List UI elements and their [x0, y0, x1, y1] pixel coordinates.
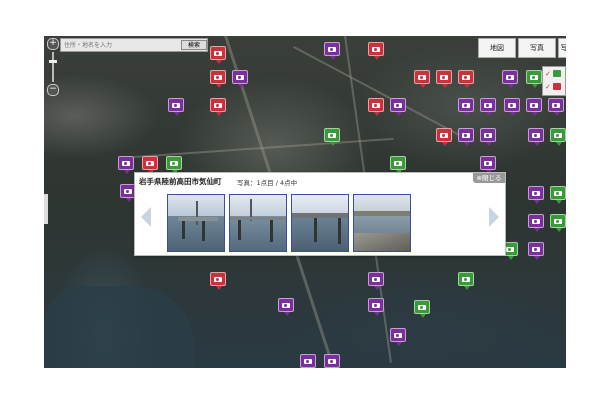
photo-thumbnail-1[interactable]: [167, 194, 225, 252]
photo-popup: 岩手県陸前高田市気仙町 写真：1点目 / 4点中 ⊗閉じる: [134, 172, 506, 256]
photo-marker[interactable]: [458, 98, 474, 116]
photo-marker[interactable]: [550, 214, 566, 232]
photo-marker[interactable]: [390, 156, 406, 174]
green-marker-icon: [552, 70, 561, 77]
previous-arrow-icon[interactable]: [141, 207, 151, 227]
map-water: [44, 286, 194, 368]
photo-marker[interactable]: [548, 98, 564, 116]
popup-photo-count: 写真：1点目 / 4点中: [237, 179, 298, 187]
photo-marker[interactable]: [526, 70, 542, 88]
photo-marker[interactable]: [210, 272, 226, 290]
photo-marker[interactable]: [480, 98, 496, 116]
photo-marker[interactable]: [528, 242, 544, 260]
photo-marker[interactable]: [550, 128, 566, 146]
photo-marker[interactable]: [324, 128, 340, 146]
photo-marker[interactable]: [390, 98, 406, 116]
photo-marker[interactable]: [390, 328, 406, 346]
zoom-in-button[interactable]: +: [47, 38, 59, 50]
photo-thumbnail-4[interactable]: [353, 194, 411, 252]
thumbnail-structure: [182, 221, 185, 239]
thumbnail-structure: [238, 220, 241, 240]
photo-marker[interactable]: [414, 70, 430, 88]
photo-marker[interactable]: [436, 70, 452, 88]
photo-marker[interactable]: [528, 128, 544, 146]
next-arrow-icon[interactable]: [489, 207, 499, 227]
photo-marker[interactable]: [368, 272, 384, 290]
red-marker-icon: [552, 83, 561, 90]
photo-marker[interactable]: [504, 98, 520, 116]
photo-marker[interactable]: [368, 98, 384, 116]
photo-marker[interactable]: [210, 46, 226, 64]
popup-close-button[interactable]: ⊗閉じる: [473, 173, 505, 183]
photo-marker[interactable]: [480, 128, 496, 146]
zoom-slider-handle[interactable]: [49, 60, 57, 63]
thumbnail-sky: [230, 195, 286, 217]
popup-location-title: 岩手県陸前高田市気仙町: [139, 177, 222, 186]
photo-marker[interactable]: [502, 70, 518, 88]
photo-thumbnail-2[interactable]: [229, 194, 287, 252]
thumbnail-structure: [196, 201, 198, 225]
search-input[interactable]: [61, 40, 175, 50]
photo-marker[interactable]: [168, 98, 184, 116]
photo-marker[interactable]: [550, 186, 566, 204]
photo-marker[interactable]: [458, 272, 474, 290]
layer-toggle-panel: ✓ ✓: [542, 66, 566, 96]
thumbnail-structure: [202, 221, 205, 241]
check-icon: ✓: [545, 69, 551, 78]
search-button[interactable]: 検索: [181, 40, 207, 50]
thumbnail-structure: [270, 220, 273, 242]
photo-marker[interactable]: [210, 70, 226, 88]
zoom-out-button[interactable]: −: [47, 84, 59, 96]
thumbnail-shore: [354, 233, 410, 251]
photo-marker[interactable]: [368, 298, 384, 316]
thumbnail-shore: [354, 211, 410, 216]
photo-marker[interactable]: [480, 156, 496, 174]
photo-marker[interactable]: [142, 156, 158, 174]
photo-marker[interactable]: [210, 98, 226, 116]
thumbnail-structure: [338, 218, 341, 244]
photo-marker[interactable]: [436, 128, 452, 146]
zoom-control: + −: [47, 38, 59, 96]
thumbnail-structure: [314, 218, 317, 242]
zoom-slider-track[interactable]: [49, 52, 57, 82]
search-bar: 検索: [60, 38, 208, 52]
side-panel-handle[interactable]: [44, 194, 48, 224]
map-type-button[interactable]: 地図: [478, 38, 516, 58]
satellite-type-button[interactable]: 写2: [558, 38, 566, 58]
layer-toggle-red[interactable]: ✓: [543, 80, 565, 93]
photo-marker[interactable]: [528, 186, 544, 204]
photo-marker[interactable]: [458, 128, 474, 146]
photo-marker[interactable]: [300, 354, 316, 368]
photo-marker[interactable]: [458, 70, 474, 88]
photo-marker[interactable]: [414, 300, 430, 318]
photo-marker[interactable]: [368, 42, 384, 60]
layer-toggle-green[interactable]: ✓: [543, 67, 565, 80]
photo-marker[interactable]: [526, 98, 542, 116]
photo-marker[interactable]: [278, 298, 294, 316]
photo-marker[interactable]: [232, 70, 248, 88]
photo-marker[interactable]: [118, 156, 134, 174]
photo-thumbnail-3[interactable]: [291, 194, 349, 252]
photo-marker[interactable]: [324, 354, 340, 368]
photo-marker[interactable]: [166, 156, 182, 174]
photo-marker[interactable]: [528, 214, 544, 232]
photo-type-button[interactable]: 写真: [518, 38, 556, 58]
check-icon: ✓: [545, 82, 551, 91]
photo-marker[interactable]: [324, 42, 340, 60]
